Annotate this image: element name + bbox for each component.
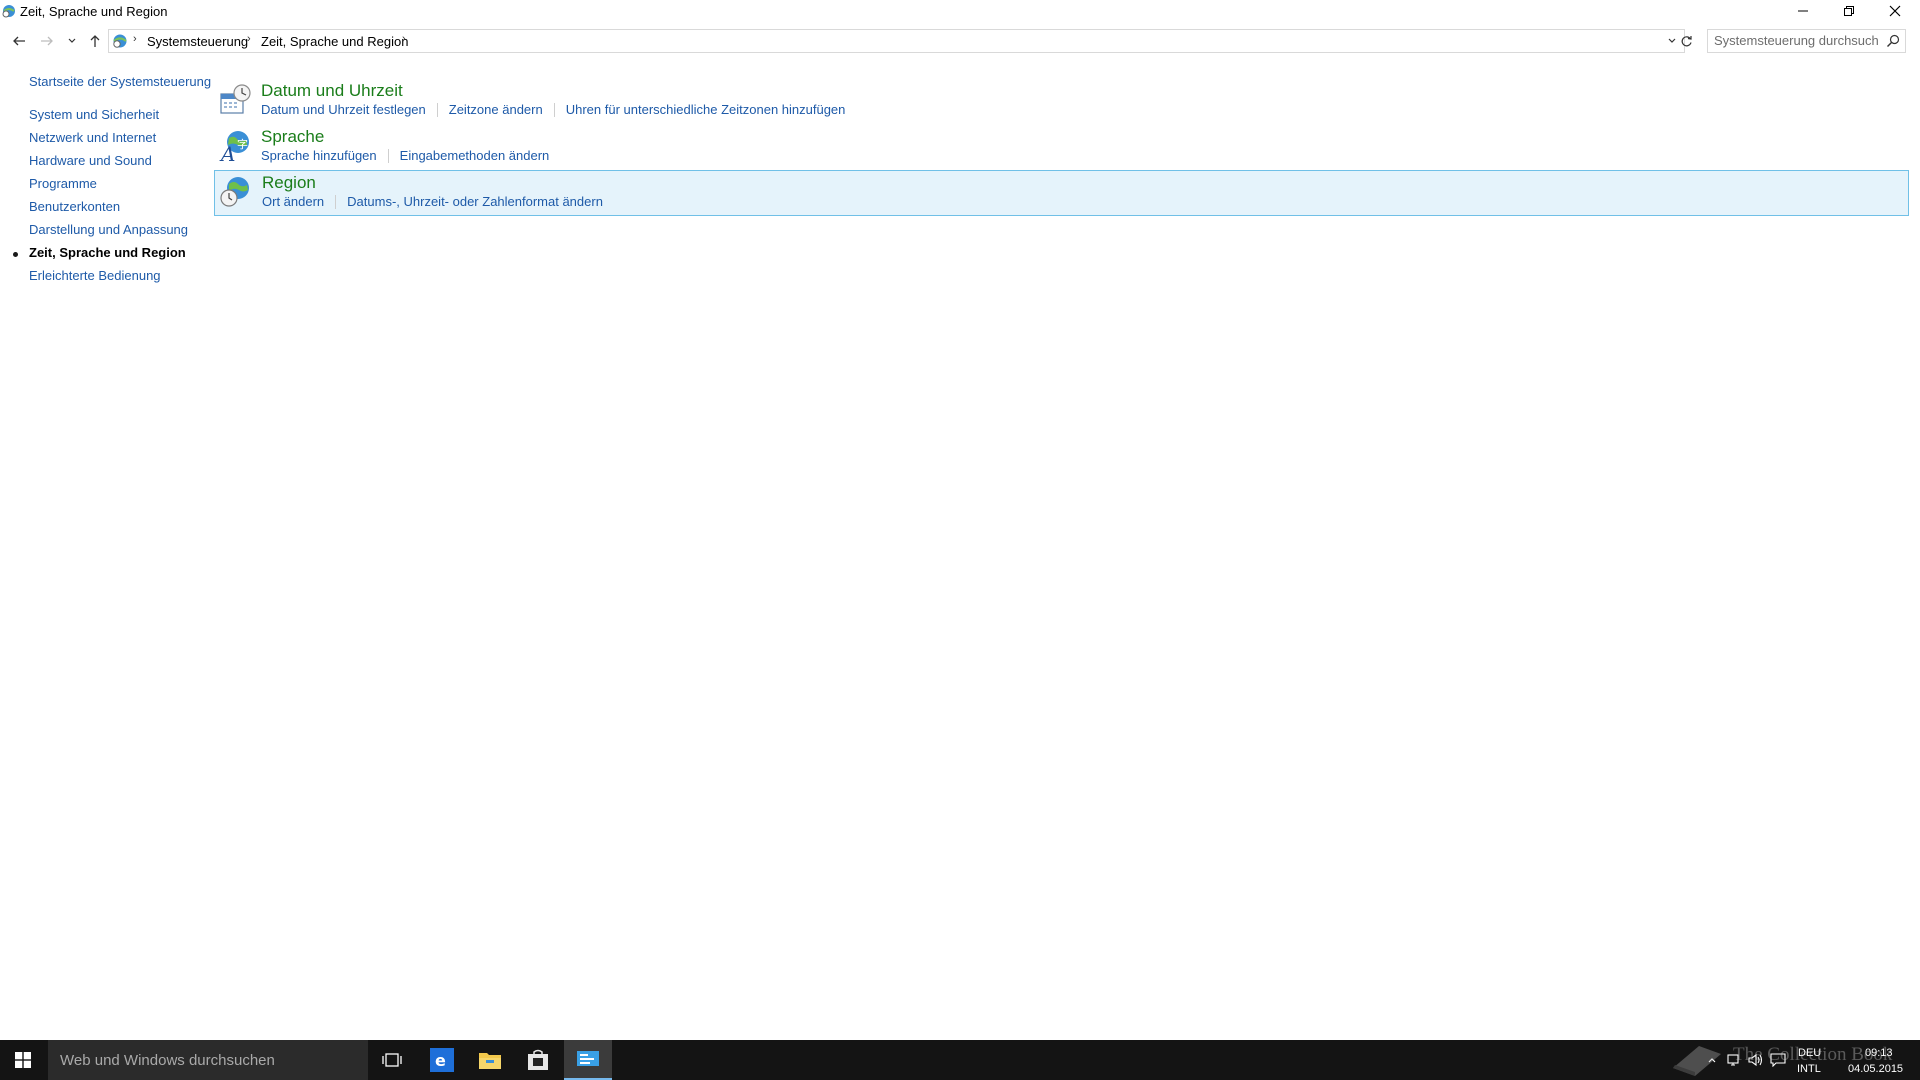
forward-button[interactable] xyxy=(36,30,58,52)
change-time-zone-link[interactable]: Zeitzone ändern xyxy=(449,102,543,117)
control-panel-icon xyxy=(577,1051,599,1066)
current-item-bullet-icon xyxy=(13,252,18,257)
watermark: The Collection Book xyxy=(1665,1038,1905,1078)
control-panel-app-icon xyxy=(2,5,15,18)
file-explorer-icon xyxy=(479,1053,501,1069)
breadcrumb-separator-icon[interactable]: › xyxy=(247,33,251,45)
up-button[interactable] xyxy=(84,30,106,52)
taskbar-app-store[interactable] xyxy=(514,1040,562,1080)
link-divider xyxy=(387,148,389,163)
category-title-date-time[interactable]: Datum und Uhrzeit xyxy=(261,81,403,101)
taskbar-app-internet-explorer[interactable]: e xyxy=(418,1040,466,1080)
refresh-button[interactable] xyxy=(1675,30,1697,52)
breadcrumb-current[interactable]: Zeit, Sprache und Region xyxy=(261,34,408,49)
link-divider xyxy=(553,102,555,117)
change-location-link[interactable]: Ort ändern xyxy=(262,194,324,209)
recent-locations-button[interactable] xyxy=(62,30,82,52)
windows-logo-icon xyxy=(15,1052,31,1068)
start-button[interactable] xyxy=(0,1040,46,1080)
minimize-icon xyxy=(1798,10,1808,12)
watermark-text: The Collection Book xyxy=(1733,1044,1893,1065)
category-date-time: Datum und Uhrzeit Datum und Uhrzeit fest… xyxy=(214,79,1909,123)
close-button[interactable] xyxy=(1872,0,1918,22)
breadcrumb-systemsteuerung[interactable]: Systemsteuerung xyxy=(147,34,248,49)
window-title: Zeit, Sprache und Region xyxy=(20,4,168,19)
control-panel-home-link[interactable]: Startseite der Systemsteuerung xyxy=(29,74,211,89)
forward-arrow-icon xyxy=(41,36,53,46)
calendar-clock-icon xyxy=(220,84,251,114)
search-box[interactable] xyxy=(1707,29,1906,53)
taskbar-search-placeholder[interactable]: Web und Windows durchsuchen xyxy=(60,1052,275,1069)
title-bar: Zeit, Sprache und Region xyxy=(0,0,1920,24)
book-watermark-icon xyxy=(1673,1046,1721,1076)
category-links-region: Ort ändern Datums-, Uhrzeit- oder Zahlen… xyxy=(262,194,603,209)
task-view-icon xyxy=(382,1053,402,1067)
change-input-methods-link[interactable]: Eingabemethoden ändern xyxy=(400,148,550,163)
taskbar-search-box[interactable]: Web und Windows durchsuchen xyxy=(48,1040,368,1080)
add-clocks-link[interactable]: Uhren für unterschiedliche Zeitzonen hin… xyxy=(566,102,846,117)
change-formats-link[interactable]: Datums-, Uhrzeit- oder Zahlenformat ände… xyxy=(347,194,603,209)
back-button[interactable] xyxy=(8,30,30,52)
category-region: Region Ort ändern Datums-, Uhrzeit- oder… xyxy=(214,170,1909,216)
svg-text:字: 字 xyxy=(237,137,248,151)
close-icon xyxy=(1889,5,1901,17)
internet-explorer-icon: e xyxy=(430,1048,454,1072)
breadcrumb-separator-icon[interactable]: › xyxy=(402,33,406,45)
address-bar[interactable]: › Systemsteuerung › Zeit, Sprache und Re… xyxy=(108,29,1685,53)
up-arrow-icon xyxy=(90,35,100,47)
search-input[interactable] xyxy=(1714,32,1879,48)
sidebar-item-appearance[interactable]: Darstellung und Anpassung xyxy=(29,222,188,237)
sidebar-item-network-internet[interactable]: Netzwerk und Internet xyxy=(29,130,156,145)
link-divider xyxy=(335,194,337,209)
search-icon[interactable] xyxy=(1885,33,1901,49)
refresh-icon xyxy=(1681,35,1692,46)
sidebar-item-hardware-sound[interactable]: Hardware und Sound xyxy=(29,153,152,168)
sidebar-item-user-accounts[interactable]: Benutzerkonten xyxy=(29,199,120,214)
minimize-button[interactable] xyxy=(1780,0,1826,22)
set-date-time-link[interactable]: Datum und Uhrzeit festlegen xyxy=(261,102,426,117)
category-title-region[interactable]: Region xyxy=(262,173,316,193)
back-arrow-icon xyxy=(13,36,25,46)
link-divider xyxy=(436,102,438,117)
category-language: A 字 Sprache Sprache hinzufügen Eingabeme… xyxy=(214,125,1909,169)
taskbar-app-file-explorer[interactable] xyxy=(466,1040,514,1080)
region-globe-clock-icon xyxy=(220,177,249,207)
sidebar-item-system-security[interactable]: System und Sicherheit xyxy=(29,107,159,122)
chevron-down-icon xyxy=(68,38,76,43)
breadcrumb-separator-icon[interactable]: › xyxy=(133,33,137,45)
control-panel-crumb-icon xyxy=(113,34,127,48)
taskbar: Web und Windows durchsuchen e DEU INTL 0… xyxy=(0,1040,1920,1080)
add-language-link[interactable]: Sprache hinzufügen xyxy=(261,148,377,163)
svg-text:A: A xyxy=(219,142,235,163)
sidebar-item-ease-of-access[interactable]: Erleichterte Bedienung xyxy=(29,268,161,283)
store-icon xyxy=(528,1049,548,1070)
sidebar-item-programs[interactable]: Programme xyxy=(29,176,97,191)
category-links-date-time: Datum und Uhrzeit festlegen Zeitzone änd… xyxy=(261,102,845,117)
svg-text:e: e xyxy=(435,1051,446,1070)
restore-icon xyxy=(1844,6,1854,16)
restore-button[interactable] xyxy=(1826,0,1872,22)
navigation-bar: › Systemsteuerung › Zeit, Sprache und Re… xyxy=(0,28,1920,54)
taskbar-app-control-panel[interactable] xyxy=(564,1040,612,1080)
category-links-language: Sprache hinzufügen Eingabemethoden änder… xyxy=(261,148,549,163)
language-globe-icon: A 字 xyxy=(219,131,249,163)
task-view-button[interactable] xyxy=(368,1040,416,1080)
category-title-language[interactable]: Sprache xyxy=(261,127,324,147)
sidebar-item-clock-language-region[interactable]: Zeit, Sprache und Region xyxy=(29,245,186,260)
